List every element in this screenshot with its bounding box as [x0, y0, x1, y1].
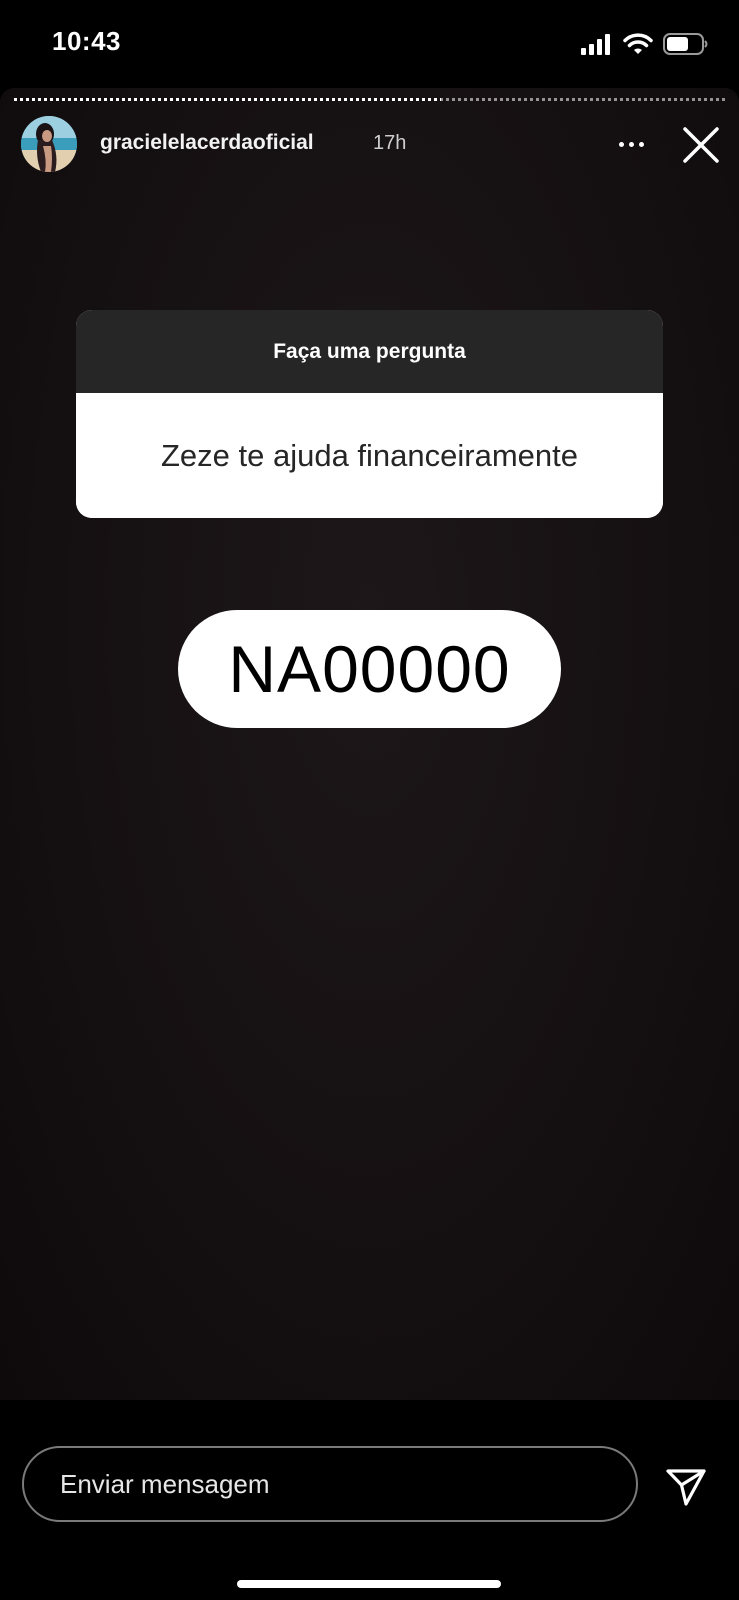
- story-time-ago: 17h: [373, 132, 407, 154]
- avatar-image: [21, 116, 77, 172]
- message-input[interactable]: [22, 1446, 638, 1522]
- close-icon[interactable]: [680, 124, 722, 166]
- question-sticker: Faça uma pergunta Zeze te ajuda financei…: [76, 310, 663, 518]
- answer-text: NA00000: [178, 610, 561, 728]
- wifi-icon: [623, 33, 653, 54]
- more-options-icon[interactable]: [608, 126, 654, 162]
- send-icon[interactable]: [662, 1462, 710, 1510]
- reply-bar: [0, 1400, 739, 1600]
- story-view[interactable]: gracielelacerdaoficial 17h Faça uma perg…: [0, 88, 739, 1400]
- battery-icon: [663, 33, 708, 55]
- question-sticker-header: Faça uma pergunta: [76, 310, 663, 393]
- username[interactable]: gracielelacerdaoficial: [100, 131, 314, 155]
- home-indicator: [237, 1580, 501, 1588]
- status-bar: 10:43: [0, 0, 739, 88]
- status-time: 10:43: [52, 26, 121, 56]
- story-progress-bar: [14, 98, 725, 101]
- signal-icon: [581, 34, 610, 55]
- story-progress-fill: [14, 98, 441, 101]
- avatar[interactable]: [21, 116, 77, 172]
- question-sticker-text: Zeze te ajuda financeiramente: [76, 393, 663, 518]
- status-icons: [581, 30, 709, 58]
